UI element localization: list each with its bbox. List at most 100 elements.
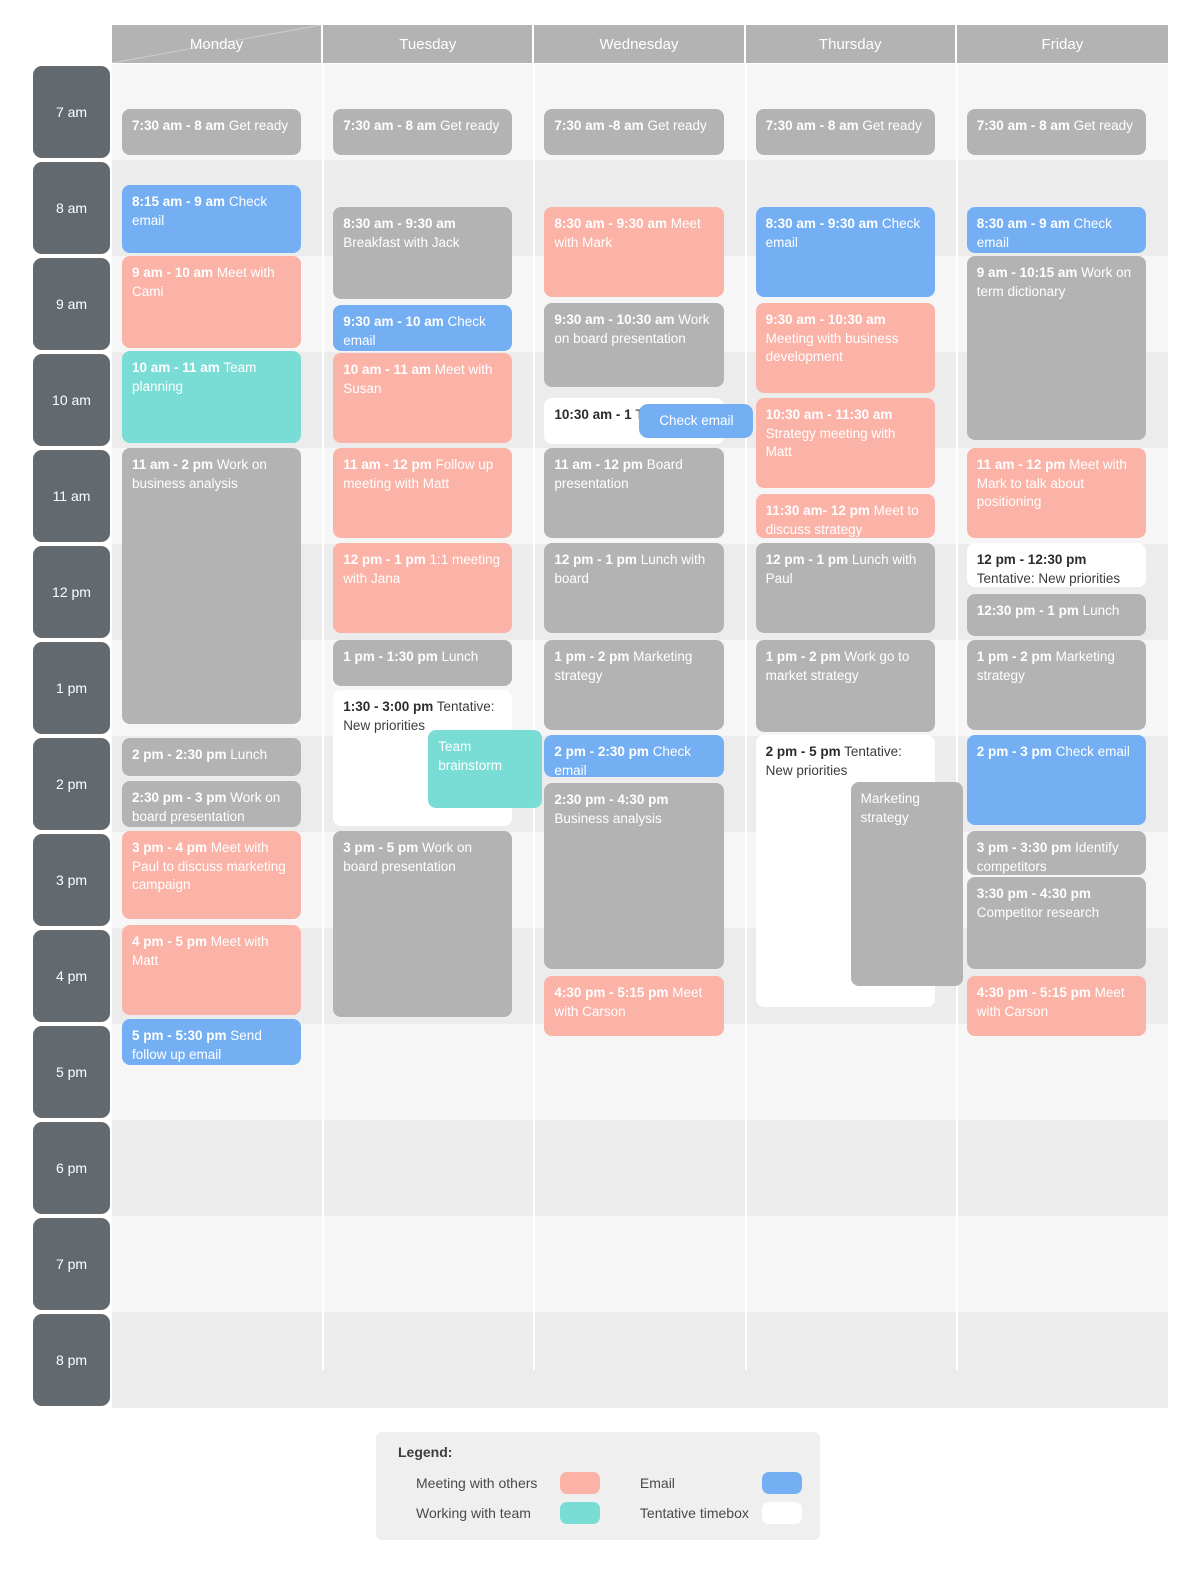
calendar-event[interactable]: 12 pm - 1 pm Lunch with Paul <box>755 543 935 633</box>
calendar-event[interactable]: 8:30 am - 9:30 am Breakfast with Jack <box>333 207 513 299</box>
calendar-event[interactable]: Marketing strategy <box>850 782 963 986</box>
calendar-event[interactable]: 7:30 am - 8 am Get ready <box>333 109 513 155</box>
event-title: Tentative: New priorities <box>976 570 1121 586</box>
event-time: 10 am - 11 am <box>132 360 220 375</box>
event-time: 7:30 am -8 am <box>554 118 644 133</box>
calendar-event[interactable]: 8:30 am - 9 am Check email <box>966 207 1146 253</box>
legend-swatch-meeting-with-others <box>559 1472 600 1494</box>
calendar-event[interactable]: 4:30 pm - 5:15 pm Meet with Carson <box>966 976 1146 1036</box>
day-header-label: Friday <box>1041 35 1084 53</box>
hour-label-12-pm: 12 pm <box>33 546 110 638</box>
event-title: Meeting with business development <box>765 330 899 365</box>
event-title: Competitor research <box>976 904 1100 920</box>
calendar-event[interactable]: 12 pm - 12:30 pm Tentative: New prioriti… <box>966 543 1146 587</box>
day-header-friday[interactable]: Friday <box>956 25 1168 63</box>
hour-label-1-pm: 1 pm <box>33 642 110 734</box>
event-time: 8:30 am - 9 am <box>976 216 1070 231</box>
calendar-event[interactable]: 10:30 am - 11:30 am Strategy meeting wit… <box>755 398 935 488</box>
event-time: 12 pm - 1 pm <box>765 552 849 567</box>
event-time: 4 pm - 5 pm <box>132 934 208 949</box>
calendar-event[interactable]: 5 pm - 5:30 pm Send follow up email <box>122 1019 302 1065</box>
calendar-event[interactable]: 2 pm - 2:30 pm Lunch <box>122 738 302 776</box>
hour-label-7-pm: 7 pm <box>33 1218 110 1310</box>
calendar-event[interactable]: 11 am - 12 pm Meet with Mark to talk abo… <box>966 448 1146 538</box>
hour-label-7-am: 7 am <box>33 66 110 158</box>
event-time: 7:30 am - 8 am <box>132 118 226 133</box>
event-time: 12 pm - 1 pm <box>343 552 426 567</box>
calendar-event[interactable]: 3:30 pm - 4:30 pm Competitor research <box>966 877 1146 969</box>
event-time: 1 pm - 2 pm <box>765 649 841 664</box>
event-time: 3 pm - 4 pm <box>132 840 208 855</box>
calendar-event[interactable]: 11:30 am- 12 pm Meet to discuss strategy <box>755 494 935 538</box>
calendar-event[interactable]: 2:30 pm - 4:30 pm Business analysis <box>544 783 724 969</box>
calendar-event[interactable]: 10 am - 11 am Meet with Susan <box>333 353 513 443</box>
calendar-event[interactable]: 7:30 am - 8 am Get ready <box>755 109 935 155</box>
weekly-calendar: Monday Tuesday Wednesday Thursday Friday 7 a… <box>0 0 1200 1410</box>
calendar-event[interactable]: 11 am - 12 pm Board presentation <box>544 448 724 538</box>
hour-label-6-pm: 6 pm <box>33 1122 110 1214</box>
legend-label-meeting-with-others: Meeting with others <box>416 1475 538 1491</box>
calendar-event[interactable]: 3 pm - 4 pm Meet with Paul to discuss ma… <box>122 831 302 919</box>
event-time: 12 pm - 12:30 pm <box>976 552 1087 567</box>
calendar-event[interactable]: 8:30 am - 9:30 am Meet with Mark <box>544 207 724 297</box>
calendar-event[interactable]: 12 pm - 1 pm 1:1 meeting with Jana <box>333 543 513 633</box>
event-time: 12:30 pm - 1 pm <box>976 603 1079 618</box>
column-separator-1 <box>322 64 325 1370</box>
calendar-event[interactable]: 3 pm - 3:30 pm Identify competitors <box>966 831 1146 875</box>
calendar-event[interactable]: 1 pm - 2 pm Marketing strategy <box>966 640 1146 730</box>
calendar-event[interactable]: 10 am - 11 am Team planning <box>122 351 302 443</box>
calendar-event[interactable]: 1 pm - 1:30 pm Lunch <box>333 640 513 686</box>
calendar-event[interactable]: Check email <box>639 404 754 438</box>
calendar-event[interactable]: 2:30 pm - 3 pm Work on board presentatio… <box>122 781 302 827</box>
calendar-event[interactable]: 7:30 am -8 am Get ready <box>544 109 724 155</box>
calendar-event[interactable]: 7:30 am - 8 am Get ready <box>122 109 302 155</box>
calendar-event[interactable]: 9:30 am - 10:30 am Meeting with business… <box>755 303 935 393</box>
calendar-event[interactable]: 11 am - 12 pm Follow up meeting with Mat… <box>333 448 513 538</box>
calendar-event[interactable]: 1 pm - 2 pm Work go to market strategy <box>755 640 935 732</box>
day-header-monday[interactable]: Monday <box>112 25 324 63</box>
event-title: Lunch <box>1082 603 1120 618</box>
event-title: Get ready <box>440 118 500 133</box>
event-title: Business analysis <box>554 810 662 826</box>
day-header-thursday[interactable]: Thursday <box>745 25 957 63</box>
calendar-event[interactable]: 4:30 pm - 5:15 pm Meet with Carson <box>544 976 724 1036</box>
event-time: 10:30 am - 11:30 am <box>765 407 893 422</box>
event-time: 5 pm - 5:30 pm <box>132 1028 227 1043</box>
calendar-event[interactable]: 2 pm - 2:30 pm Check email <box>544 735 724 777</box>
calendar-event[interactable]: 9 am - 10 am Meet with Cami <box>122 256 302 348</box>
legend-row-2: Working with team Tentative timebox <box>416 1498 802 1528</box>
calendar-event[interactable]: 4 pm - 5 pm Meet with Matt <box>122 925 302 1015</box>
event-time: 1 pm - 1:30 pm <box>343 649 438 664</box>
calendar-event[interactable]: 12:30 pm - 1 pm Lunch <box>966 594 1146 636</box>
calendar-event[interactable]: 1 pm - 2 pm Marketing strategy <box>544 640 724 730</box>
legend-swatch-tentative-timebox <box>762 1502 802 1524</box>
calendar-event[interactable]: 3 pm - 5 pm Work on board presentation <box>333 831 513 1017</box>
day-header-wednesday[interactable]: Wednesday <box>534 25 746 63</box>
event-time: 2 pm - 2:30 pm <box>132 747 227 762</box>
calendar-event[interactable]: 8:15 am - 9 am Check email <box>122 185 302 253</box>
event-title: Marketing strategy <box>860 791 920 825</box>
event-title: Lunch <box>230 747 268 762</box>
calendar-event[interactable]: 2 pm - 3 pm Check email <box>966 735 1146 825</box>
calendar-event[interactable]: Team brainstorm <box>428 730 543 808</box>
legend-title: Legend: <box>398 1444 453 1460</box>
event-time: 4:30 pm - 5:15 pm <box>554 985 669 1000</box>
event-time: 9:30 am - 10:30 am <box>765 312 886 327</box>
calendar-event[interactable]: 9 am - 10:15 am Work on term dictionary <box>966 256 1146 440</box>
event-title: Check email <box>659 412 734 428</box>
calendar-event[interactable]: 12 pm - 1 pm Lunch with board <box>544 543 724 633</box>
calendar-event[interactable]: 8:30 am - 9:30 am Check email <box>755 207 935 297</box>
hour-label-8-am: 8 am <box>33 162 110 254</box>
calendar-event[interactable]: 11 am - 2 pm Work on business analysis <box>122 448 302 724</box>
event-time: 1 pm - 2 pm <box>554 649 630 664</box>
event-time: 11 am - 12 pm <box>976 457 1066 472</box>
calendar-event[interactable]: 9:30 am - 10 am Check email <box>333 305 513 351</box>
row-band-8-pm <box>112 1312 1168 1408</box>
event-title: Lunch <box>441 649 479 664</box>
calendar-event[interactable]: 7:30 am - 8 am Get ready <box>966 109 1146 155</box>
column-separator-4 <box>955 64 958 1370</box>
day-header-tuesday[interactable]: Tuesday <box>323 25 535 63</box>
calendar-event[interactable]: 9:30 am - 10:30 am Work on board present… <box>544 303 724 387</box>
hour-label-3-pm: 3 pm <box>33 834 110 926</box>
day-header-label: Tuesday <box>399 35 457 53</box>
